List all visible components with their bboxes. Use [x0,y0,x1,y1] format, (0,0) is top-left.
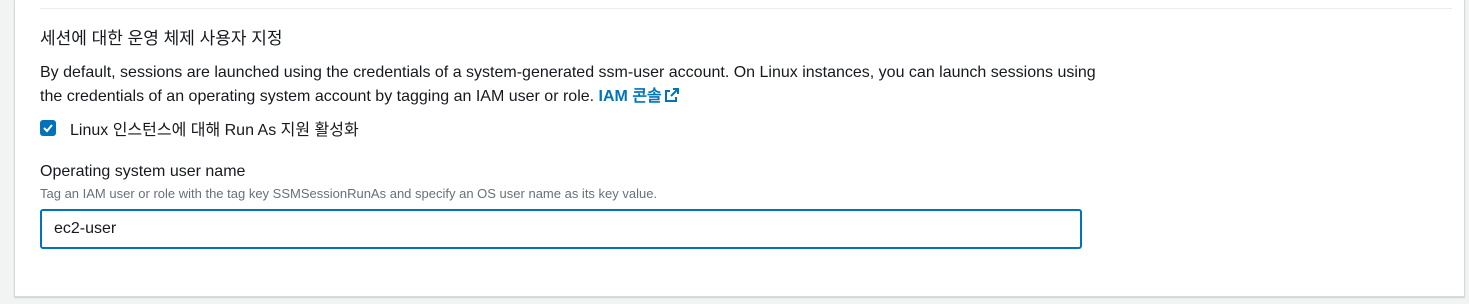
settings-panel: 세션에 대한 운영 체제 사용자 지정 By default, sessions… [14,0,1465,297]
iam-console-link[interactable]: IAM 콘솔 [599,88,680,105]
section-divider [40,8,1452,9]
iam-console-link-label: IAM 콘솔 [598,88,662,105]
description-text: By default, sessions are launched using … [40,64,1096,105]
external-link-icon [664,87,680,111]
section-description: By default, sessions are launched using … [40,61,1100,111]
os-user-input[interactable] [40,209,1082,249]
os-user-label: Operating system user name [40,163,246,180]
run-as-checkbox-row[interactable]: Linux 인스턴스에 대해 Run As 지원 활성화 [40,116,359,140]
run-as-checkbox-label: Linux 인스턴스에 대해 Run As 지원 활성화 [70,122,359,139]
checkmark-icon [43,124,53,133]
os-user-description: Tag an IAM user or role with the tag key… [40,186,658,201]
section-title: 세션에 대한 운영 체제 사용자 지정 [40,29,283,48]
run-as-checkbox[interactable] [40,120,56,136]
